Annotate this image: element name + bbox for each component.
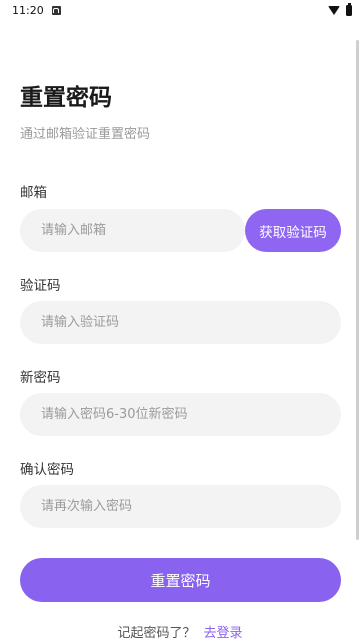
page-title: 重置密码 (20, 85, 112, 111)
new-password-label: 新密码 (20, 370, 61, 386)
battery-icon (346, 2, 352, 16)
status-bar: 11:20 (0, 0, 360, 20)
login-link[interactable]: 去登录 (204, 622, 243, 641)
scrollbar[interactable] (356, 40, 359, 540)
code-input[interactable] (39, 314, 341, 331)
wifi-icon (328, 5, 340, 15)
email-field-container (20, 209, 245, 252)
reset-password-button[interactable]: 重置密码 (20, 558, 341, 602)
confirm-password-input[interactable] (39, 498, 341, 515)
get-code-button[interactable]: 获取验证码 (245, 209, 341, 252)
page-subtitle: 通过邮箱验证重置密码 (20, 127, 151, 142)
confirm-password-field-container (20, 485, 341, 528)
footer: 记起密码了？ 去登录 (0, 622, 360, 641)
notification-icon (51, 5, 61, 15)
email-label: 邮箱 (20, 185, 47, 201)
code-label: 验证码 (20, 278, 61, 294)
new-password-input[interactable] (39, 406, 341, 423)
code-field-container (20, 301, 341, 344)
confirm-password-label: 确认密码 (20, 462, 74, 478)
status-time: 11:20 (12, 3, 44, 17)
remember-password-text: 记起密码了？ (117, 626, 196, 641)
email-input[interactable] (39, 222, 245, 239)
new-password-field-container (20, 393, 341, 436)
